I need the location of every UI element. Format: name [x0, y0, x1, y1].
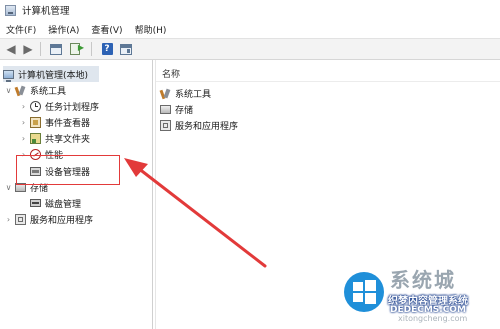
action-pane-icon [120, 43, 132, 55]
chevron-right-icon[interactable]: › [4, 215, 13, 224]
computer-management-app-icon [5, 4, 16, 16]
chevron-right-icon[interactable]: › [19, 102, 28, 111]
tree-item-label: 事件查看器 [45, 118, 91, 129]
tree-item-label: 计算机管理(本地) [18, 70, 89, 81]
console-tree-icon [50, 43, 62, 55]
help-icon: ? [101, 43, 113, 55]
chevron-right-icon[interactable]: › [19, 134, 28, 143]
list-item[interactable]: 存储 [160, 102, 193, 116]
tree-item-disk-management[interactable]: 磁盘管理 [30, 195, 81, 211]
menu-file[interactable]: 文件(F) [0, 23, 42, 36]
tree-item-label: 任务计划程序 [45, 102, 100, 113]
tree-item-services-and-applications[interactable]: › 服务和应用程序 [4, 211, 93, 227]
tree-item-event-viewer[interactable]: › 事件查看器 [19, 114, 90, 130]
list-item-label: 存储 [175, 105, 194, 116]
chevron-right-icon[interactable]: › [19, 118, 28, 127]
toolbar-separator [91, 42, 92, 56]
show-hide-console-tree-button[interactable] [48, 41, 64, 57]
tree-item-label: 服务和应用程序 [30, 215, 94, 226]
computer-icon [3, 69, 14, 82]
list-item-label: 服务和应用程序 [175, 121, 239, 132]
help-button[interactable]: ? [99, 41, 115, 57]
tree-item-system-tools[interactable]: ∨ 系统工具 [4, 82, 66, 98]
watermark-title: 系统城 [390, 268, 456, 292]
list-item-label: 系统工具 [175, 89, 212, 100]
chevron-down-icon[interactable]: ∨ [4, 183, 13, 192]
column-header-divider [156, 81, 500, 82]
export-icon [70, 43, 84, 55]
menu-help[interactable]: 帮助(H) [129, 23, 173, 36]
column-header-name[interactable]: 名称 [162, 67, 180, 80]
services-icon [160, 119, 171, 131]
event-viewer-icon [30, 116, 41, 128]
chevron-down-icon[interactable]: ∨ [4, 86, 13, 95]
menu-view[interactable]: 查看(V) [85, 23, 128, 36]
tools-icon [160, 88, 171, 99]
tree-item-label: 共享文件夹 [45, 134, 91, 145]
back-button[interactable]: ◀ [3, 41, 19, 57]
tree-item-shared-folders[interactable]: › 共享文件夹 [19, 130, 90, 146]
tree-item-label: 系统工具 [30, 86, 67, 97]
disk-icon [30, 199, 41, 207]
show-hide-action-pane-button[interactable] [118, 41, 134, 57]
menu-action[interactable]: 操作(A) [42, 23, 85, 36]
tree-item-label: 磁盘管理 [45, 199, 82, 210]
menu-bar: 文件(F) 操作(A) 查看(V) 帮助(H) [0, 21, 500, 38]
export-list-button[interactable] [67, 41, 84, 57]
window-title: 计算机管理 [22, 6, 70, 17]
watermark: 系统城 织梦内容管理系统 DEDECMS.COM xitongcheng.com [338, 262, 498, 326]
forward-button[interactable]: ▶ [20, 41, 36, 57]
tree-item-task-scheduler[interactable]: › 任务计划程序 [19, 98, 99, 114]
storage-icon [160, 104, 171, 114]
annotation-highlight-box [16, 155, 120, 185]
forward-arrow-icon: ▶ [23, 42, 33, 56]
services-icon [15, 213, 26, 225]
list-item[interactable]: 服务和应用程序 [160, 118, 238, 132]
list-item[interactable]: 系统工具 [160, 86, 211, 100]
windows-logo-icon [344, 272, 384, 312]
console-tree: 计算机管理(本地) ∨ 系统工具 › 任务计划程序 › 事件查看器 › 共享文件… [0, 60, 153, 329]
watermark-line-3: xitongcheng.com [398, 314, 468, 323]
toolbar: ◀ ▶ ? [0, 38, 500, 60]
back-arrow-icon: ◀ [6, 42, 16, 56]
toolbar-separator [40, 42, 41, 56]
tree-item-computer-management-local[interactable]: 计算机管理(本地) [3, 66, 99, 82]
tools-icon [15, 85, 26, 96]
clock-icon [30, 100, 41, 112]
shared-folder-icon [30, 132, 41, 144]
title-bar: 计算机管理 [0, 0, 500, 20]
